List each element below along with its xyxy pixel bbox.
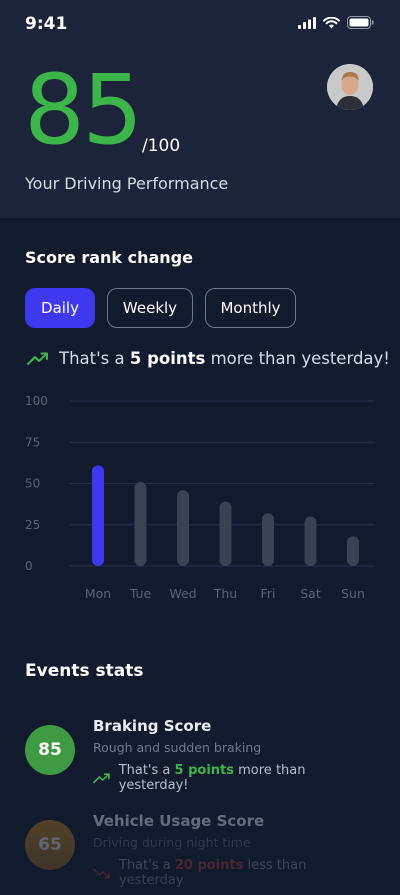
wifi-icon: [323, 16, 340, 28]
driving-score: 85: [24, 54, 143, 166]
tab-monthly[interactable]: Monthly: [205, 288, 296, 328]
x-tick-label: Sun: [341, 586, 365, 601]
x-tick-label: Wed: [169, 586, 196, 601]
vehicle-usage-title: Vehicle Usage Score: [93, 812, 265, 830]
trend-suffix: more than yesterday!: [205, 349, 390, 368]
vehicle-trend-prefix: That's a: [119, 858, 175, 873]
score-bar-chart: 100 75 50 25 0 Mon Tue Wed Thu Fri Sat Sun: [25, 394, 375, 601]
trending-up-icon: [93, 772, 110, 783]
period-tabs: Daily Weekly Monthly: [25, 288, 296, 328]
trend-text: That's a 5 points more than yesterday!: [59, 349, 390, 368]
trending-up-icon: [27, 352, 48, 365]
x-tick-label: Tue: [129, 586, 152, 601]
avatar[interactable]: [327, 64, 373, 110]
battery-icon: [347, 16, 374, 29]
braking-score-title: Braking Score: [93, 717, 212, 735]
vehicle-usage-score-badge: 65: [25, 820, 75, 870]
tab-daily[interactable]: Daily: [25, 288, 95, 328]
bar-fri: [262, 513, 274, 566]
bar-thu: [219, 501, 232, 566]
x-tick-label: Sat: [300, 586, 321, 601]
braking-trend-points: 5 points: [174, 763, 234, 778]
y-tick-label: 25: [25, 518, 40, 532]
bar-sat: [304, 516, 317, 566]
braking-score-subtitle: Rough and sudden braking: [93, 740, 262, 755]
braking-score-trend: That's a 5 points more than yesterday!: [93, 763, 375, 793]
status-bar: 9:41: [0, 0, 400, 50]
performance-label: Your Driving Performance: [25, 174, 229, 193]
status-icons: [298, 16, 374, 29]
bar-tue: [134, 481, 147, 566]
y-tick-label: 100: [25, 394, 48, 408]
x-tick-label: Thu: [213, 586, 237, 601]
bar-sun: [347, 536, 359, 566]
vehicle-trend-points: 20 points: [174, 858, 244, 873]
trending-down-icon: [93, 868, 110, 879]
score-trend: That's a 5 points more than yesterday!: [27, 349, 390, 368]
trend-points: 5 points: [129, 349, 206, 368]
bar-mon: [92, 465, 104, 566]
x-tick-label: Mon: [85, 586, 111, 601]
braking-trend-text: That's a 5 points more than yesterday!: [119, 763, 375, 793]
x-tick-label: Fri: [261, 586, 276, 601]
status-time: 9:41: [25, 14, 68, 34]
trend-prefix: That's a: [59, 349, 130, 368]
y-tick-label: 75: [25, 435, 40, 449]
y-tick-label: 50: [25, 477, 40, 491]
vehicle-usage-trend: That's a 20 points less than yesterday: [93, 858, 375, 888]
score-total: /100: [142, 136, 181, 156]
braking-trend-prefix: That's a: [118, 763, 175, 778]
vehicle-usage-trend-text: That's a 20 points less than yesterday: [119, 858, 375, 888]
cellular-signal-icon: [298, 16, 316, 29]
bar-wed: [177, 490, 189, 566]
vehicle-usage-subtitle: Driving during night time: [93, 835, 251, 850]
tab-weekly[interactable]: Weekly: [107, 288, 193, 328]
y-tick-label: 0: [25, 559, 33, 573]
user-avatar-icon: [327, 64, 373, 110]
events-stats-title: Events stats: [25, 661, 144, 681]
braking-score-badge: 85: [25, 725, 75, 775]
score-rank-title: Score rank change: [25, 248, 193, 267]
